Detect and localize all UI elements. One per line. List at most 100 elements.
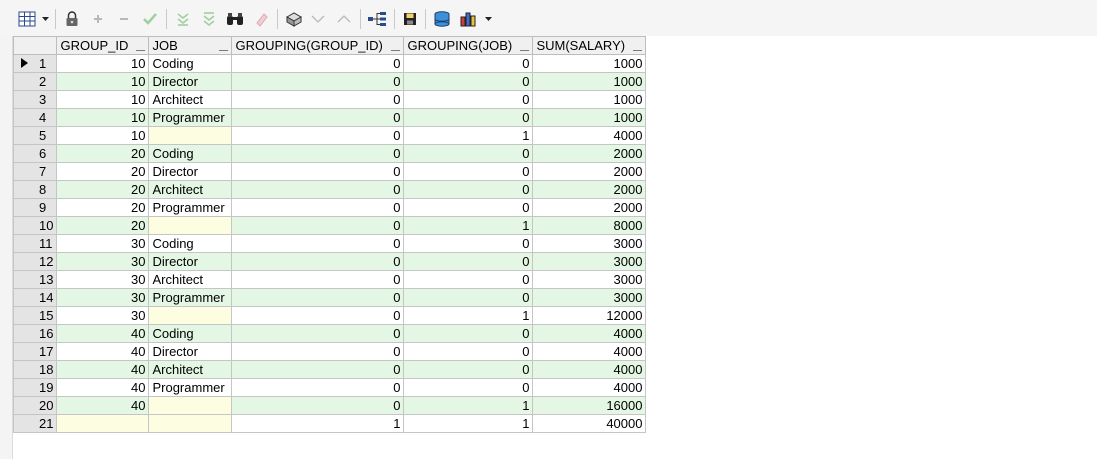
table-row[interactable]: 10 20 0 1 8000: [12, 216, 647, 235]
table-row[interactable]: 17 40 Director 0 0 4000: [12, 342, 647, 361]
row-indicator[interactable]: 7: [12, 162, 58, 181]
query-by-example-icon[interactable]: [284, 9, 304, 29]
row-indicator[interactable]: 16: [12, 324, 58, 343]
table-row[interactable]: 16 40 Coding 0 0 4000: [12, 324, 647, 343]
cell-grouping-job[interactable]: 1: [403, 396, 534, 415]
cell-job[interactable]: [148, 216, 233, 235]
cell-job[interactable]: Coding: [148, 324, 233, 343]
lock-icon[interactable]: [62, 9, 82, 29]
cell-grouping-group-id[interactable]: 0: [231, 252, 405, 271]
table-row[interactable]: 6 20 Coding 0 0 2000: [12, 144, 647, 163]
row-indicator[interactable]: 5: [12, 126, 58, 145]
cell-sum-salary[interactable]: 40000: [532, 414, 647, 433]
cell-grouping-job[interactable]: 0: [403, 342, 534, 361]
cell-sum-salary[interactable]: 16000: [532, 396, 647, 415]
cell-grouping-group-id[interactable]: 0: [231, 126, 405, 145]
table-row[interactable]: 21 1 1 40000: [12, 414, 647, 433]
cell-grouping-job[interactable]: 1: [403, 126, 534, 145]
cell-sum-salary[interactable]: 1000: [532, 108, 647, 127]
export-database-icon[interactable]: [432, 9, 452, 29]
cell-group-id[interactable]: 10: [56, 54, 150, 73]
cell-grouping-job[interactable]: 0: [403, 288, 534, 307]
column-resize-handle[interactable]: [520, 50, 530, 51]
cell-sum-salary[interactable]: 2000: [532, 162, 647, 181]
cell-job[interactable]: Architect: [148, 180, 233, 199]
results-grid[interactable]: GROUP_ID JOB GROUPING(GROUP_ID) GROUPING…: [12, 36, 647, 433]
cell-grouping-job[interactable]: 0: [403, 378, 534, 397]
cell-job[interactable]: Director: [148, 72, 233, 91]
cell-group-id[interactable]: 20: [56, 216, 150, 235]
cell-job[interactable]: Coding: [148, 144, 233, 163]
table-row[interactable]: 8 20 Architect 0 0 2000: [12, 180, 647, 199]
table-row[interactable]: 2 10 Director 0 0 1000: [12, 72, 647, 91]
cell-grouping-group-id[interactable]: 0: [231, 378, 405, 397]
row-indicator[interactable]: 20: [12, 396, 58, 415]
cell-grouping-job[interactable]: 0: [403, 252, 534, 271]
cell-group-id[interactable]: 40: [56, 396, 150, 415]
cell-sum-salary[interactable]: 2000: [532, 198, 647, 217]
save-icon[interactable]: [400, 9, 420, 29]
row-indicator[interactable]: 10: [12, 216, 58, 235]
cell-grouping-group-id[interactable]: 0: [231, 324, 405, 343]
cell-grouping-job[interactable]: 0: [403, 324, 534, 343]
table-row[interactable]: 3 10 Architect 0 0 1000: [12, 90, 647, 109]
cell-job[interactable]: Coding: [148, 54, 233, 73]
cell-group-id[interactable]: 30: [56, 288, 150, 307]
cell-job[interactable]: [148, 396, 233, 415]
column-header-grouping-group-id[interactable]: GROUPING(GROUP_ID): [231, 36, 405, 55]
post-edit-icon[interactable]: [140, 9, 160, 29]
column-header-group-id[interactable]: GROUP_ID: [56, 36, 150, 55]
table-row[interactable]: 13 30 Architect 0 0 3000: [12, 270, 647, 289]
cell-group-id[interactable]: 10: [56, 72, 150, 91]
row-indicator[interactable]: 3: [12, 90, 58, 109]
cell-job[interactable]: Programmer: [148, 378, 233, 397]
cell-grouping-group-id[interactable]: 0: [231, 54, 405, 73]
column-header-sum-salary[interactable]: SUM(SALARY): [532, 36, 647, 55]
cell-sum-salary[interactable]: 8000: [532, 216, 647, 235]
table-row[interactable]: 18 40 Architect 0 0 4000: [12, 360, 647, 379]
cell-grouping-group-id[interactable]: 0: [231, 396, 405, 415]
row-indicator[interactable]: 18: [12, 360, 58, 379]
cell-sum-salary[interactable]: 1000: [532, 54, 647, 73]
cell-group-id[interactable]: 30: [56, 270, 150, 289]
cell-sum-salary[interactable]: 1000: [532, 90, 647, 109]
cell-group-id[interactable]: 30: [56, 252, 150, 271]
row-indicator[interactable]: 9: [12, 198, 58, 217]
cell-grouping-group-id[interactable]: 0: [231, 198, 405, 217]
cell-sum-salary[interactable]: 4000: [532, 342, 647, 361]
cell-grouping-job[interactable]: 1: [403, 216, 534, 235]
cell-group-id[interactable]: 40: [56, 324, 150, 343]
row-indicator[interactable]: 21: [12, 414, 58, 433]
column-resize-handle[interactable]: [633, 50, 643, 51]
cell-sum-salary[interactable]: 3000: [532, 270, 647, 289]
column-resize-handle[interactable]: [391, 50, 401, 51]
row-indicator[interactable]: 13: [12, 270, 58, 289]
cell-grouping-group-id[interactable]: 1: [231, 414, 405, 433]
column-resize-handle[interactable]: [136, 50, 146, 51]
table-row[interactable]: 4 10 Programmer 0 0 1000: [12, 108, 647, 127]
delete-record-icon[interactable]: [114, 9, 134, 29]
column-header-grouping-job[interactable]: GROUPING(JOB): [403, 36, 534, 55]
cell-grouping-job[interactable]: 0: [403, 54, 534, 73]
table-row[interactable]: 19 40 Programmer 0 0 4000: [12, 378, 647, 397]
cell-grouping-group-id[interactable]: 0: [231, 180, 405, 199]
cell-grouping-group-id[interactable]: 0: [231, 90, 405, 109]
cell-group-id[interactable]: 20: [56, 162, 150, 181]
cell-grouping-group-id[interactable]: 0: [231, 360, 405, 379]
cell-sum-salary[interactable]: 12000: [532, 306, 647, 325]
cell-grouping-job[interactable]: 1: [403, 414, 534, 433]
cell-job[interactable]: Programmer: [148, 198, 233, 217]
cell-job[interactable]: Architect: [148, 270, 233, 289]
cell-grouping-group-id[interactable]: 0: [231, 288, 405, 307]
cell-grouping-job[interactable]: 0: [403, 90, 534, 109]
cell-grouping-group-id[interactable]: 0: [231, 342, 405, 361]
cell-job[interactable]: [148, 126, 233, 145]
column-header-job[interactable]: JOB: [148, 36, 233, 55]
cell-group-id[interactable]: 40: [56, 360, 150, 379]
table-row[interactable]: 11 30 Coding 0 0 3000: [12, 234, 647, 253]
find-binoculars-icon[interactable]: [225, 9, 245, 29]
row-indicator[interactable]: 8: [12, 180, 58, 199]
cell-sum-salary[interactable]: 2000: [532, 180, 647, 199]
cell-grouping-group-id[interactable]: 0: [231, 216, 405, 235]
cell-grouping-job[interactable]: 0: [403, 198, 534, 217]
